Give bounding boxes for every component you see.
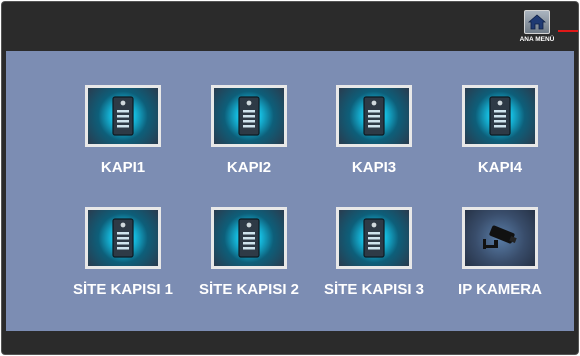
door-intercom-icon bbox=[211, 85, 287, 147]
door-intercom-icon bbox=[85, 85, 161, 147]
tile-label: IP KAMERA bbox=[458, 281, 542, 298]
home-button[interactable]: ANA MENÜ bbox=[516, 10, 558, 50]
door-intercom-icon bbox=[336, 207, 412, 269]
accent-line bbox=[558, 30, 578, 32]
device-screen: ANA MENÜ KAPI1 KAPI2 KAPI3 KAPI4 SİTE KA… bbox=[2, 2, 578, 354]
top-bar: ANA MENÜ bbox=[2, 2, 578, 51]
door-intercom-icon bbox=[462, 85, 538, 147]
door-intercom-icon bbox=[336, 85, 412, 147]
door-intercom-icon bbox=[211, 207, 287, 269]
tile-label: KAPI4 bbox=[477, 159, 523, 176]
home-label: ANA MENÜ bbox=[519, 36, 555, 43]
tile-kapi4[interactable]: KAPI4 bbox=[430, 85, 570, 185]
home-icon bbox=[524, 10, 550, 34]
main-panel: KAPI1 KAPI2 KAPI3 KAPI4 SİTE KAPISI 1 Sİ… bbox=[6, 51, 574, 331]
bottom-bar bbox=[2, 331, 578, 354]
door-intercom-icon bbox=[85, 207, 161, 269]
tile-ip-kamera[interactable]: IP KAMERA bbox=[430, 207, 570, 307]
camera-icon bbox=[462, 207, 538, 269]
